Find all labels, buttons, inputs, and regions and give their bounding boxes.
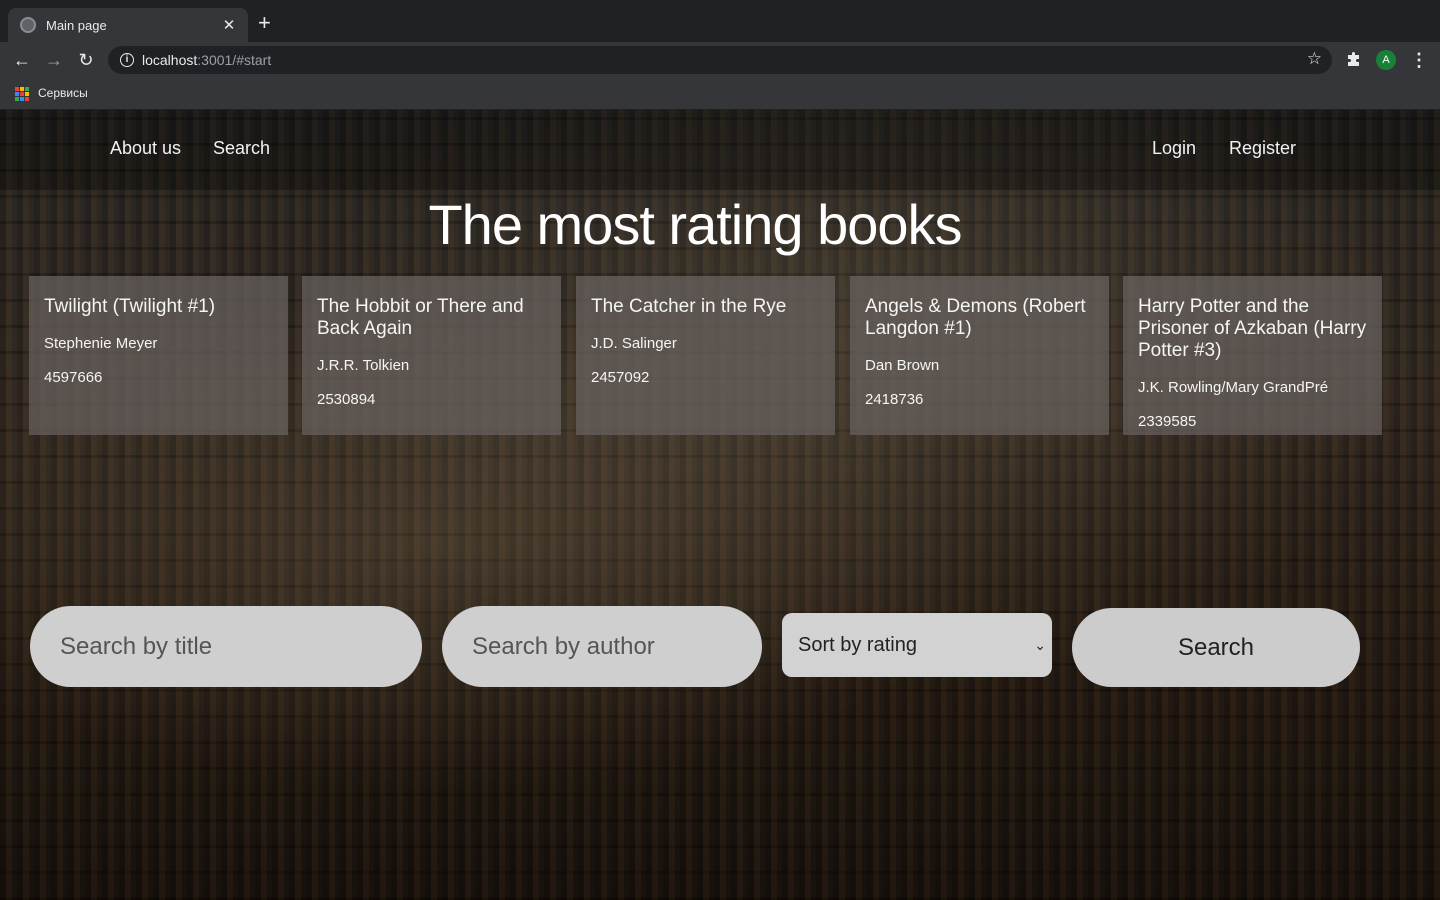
- profile-avatar[interactable]: A: [1376, 50, 1396, 70]
- nav-login[interactable]: Login: [1152, 138, 1196, 159]
- book-title: Harry Potter and the Prisoner of Azkaban…: [1138, 296, 1367, 361]
- book-author: J.R.R. Tolkien: [317, 357, 410, 374]
- apps-grid-icon[interactable]: [15, 87, 29, 101]
- forward-arrow-icon[interactable]: →: [43, 49, 65, 71]
- nav-search[interactable]: Search: [213, 138, 270, 159]
- book-title: The Hobbit or There and Back Again: [317, 296, 524, 339]
- book-card[interactable]: Angels & Demons (Robert Langdon #1) Dan …: [850, 276, 1109, 435]
- book-author: J.K. Rowling/Mary GrandPré: [1138, 379, 1329, 396]
- address-bar[interactable]: i localhost:3001/#start ☆: [108, 46, 1332, 74]
- reload-icon[interactable]: ↻: [75, 49, 97, 71]
- nav-about-us[interactable]: About us: [110, 138, 181, 159]
- page-background: About us Search Login Register The most …: [0, 110, 1440, 900]
- page-title: The most rating books: [428, 193, 962, 256]
- book-card[interactable]: Harry Potter and the Prisoner of Azkaban…: [1123, 276, 1382, 435]
- search-by-title-input[interactable]: Search by title: [30, 606, 422, 687]
- back-arrow-icon[interactable]: ←: [11, 49, 33, 71]
- book-card[interactable]: The Hobbit or There and Back Again J.R.R…: [302, 276, 561, 435]
- browser-toolbar: ← → ↻ i localhost:3001/#start ☆: [0, 42, 1440, 78]
- browser-tab[interactable]: Main page ✕: [8, 8, 248, 42]
- book-ratings-count: 4597666: [44, 369, 103, 386]
- site-navbar: About us Search Login Register: [0, 110, 1440, 190]
- book-title: Angels & Demons (Robert Langdon #1): [865, 296, 1086, 339]
- book-ratings-count: 2530894: [317, 391, 376, 408]
- url-host: localhost: [142, 52, 198, 68]
- book-card[interactable]: Twilight (Twilight #1) Stephenie Meyer 4…: [29, 276, 288, 435]
- url-text: localhost:3001/#start: [142, 52, 271, 68]
- globe-icon: [20, 17, 36, 33]
- puzzle-icon[interactable]: [1345, 50, 1363, 68]
- book-ratings-count: 2457092: [591, 369, 650, 386]
- browser-tab-strip: Main page ✕ +: [0, 0, 1440, 42]
- search-by-author-input[interactable]: Search by author: [442, 606, 762, 687]
- tab-title: Main page: [46, 17, 107, 33]
- book-title: The Catcher in the Rye: [591, 296, 787, 317]
- bookmark-services[interactable]: Сервисы: [38, 86, 88, 100]
- book-ratings-count: 2418736: [865, 391, 924, 408]
- book-ratings-count: 2339585: [1138, 413, 1197, 430]
- sort-selected-value: Sort by rating: [798, 634, 917, 656]
- close-icon[interactable]: ✕: [220, 16, 238, 34]
- chevron-down-icon: ⌄: [1034, 637, 1046, 653]
- book-title: Twilight (Twilight #1): [44, 296, 216, 317]
- bookmark-star-icon[interactable]: ☆: [1307, 49, 1322, 69]
- nav-register[interactable]: Register: [1229, 138, 1296, 159]
- book-card[interactable]: The Catcher in the Rye J.D. Salinger 245…: [576, 276, 835, 435]
- book-author: Stephenie Meyer: [44, 335, 158, 352]
- sort-select[interactable]: Sort by rating ⌄: [782, 613, 1052, 677]
- url-path: :3001/#start: [197, 52, 272, 68]
- book-author: J.D. Salinger: [591, 335, 677, 352]
- plus-icon[interactable]: +: [258, 12, 271, 34]
- info-icon[interactable]: i: [120, 53, 134, 67]
- kebab-menu-icon[interactable]: ⋮: [1410, 50, 1428, 70]
- search-button[interactable]: Search: [1072, 608, 1360, 687]
- book-author: Dan Brown: [865, 357, 940, 374]
- bookmarks-bar: Сервисы: [0, 78, 1440, 110]
